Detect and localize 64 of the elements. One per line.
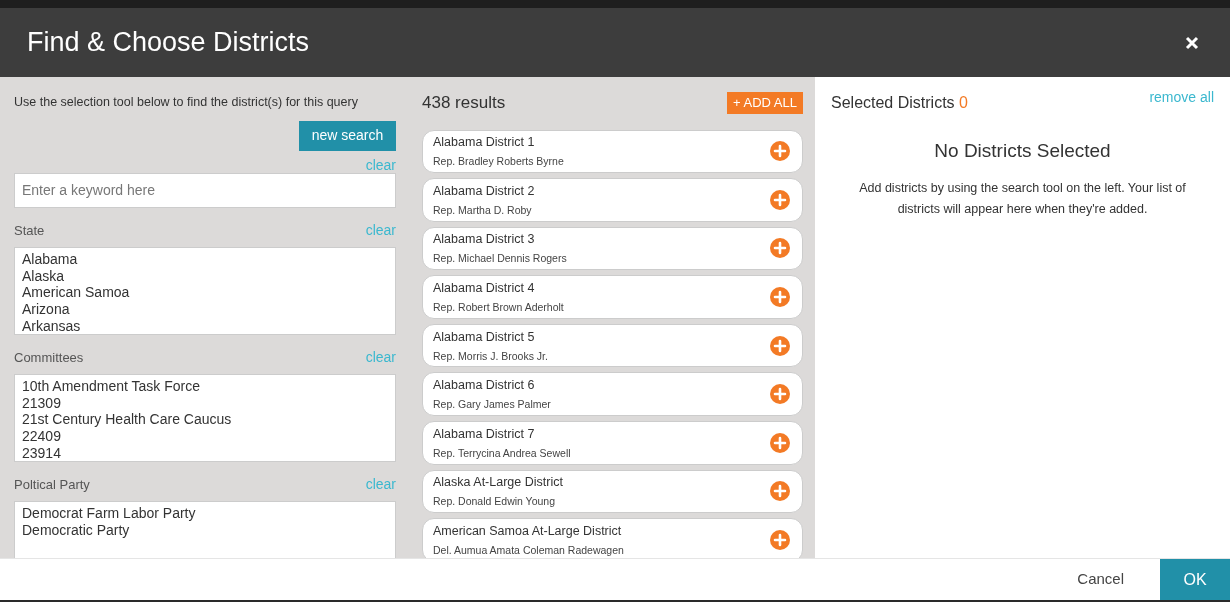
- representative-name: Rep. Donald Edwin Young: [433, 494, 556, 509]
- empty-title: No Districts Selected: [933, 139, 1112, 163]
- representative-name: Rep. Morris J. Brooks Jr.: [433, 348, 548, 363]
- add-icon[interactable]: [770, 530, 790, 551]
- district-name: Alaska At-Large District: [433, 474, 563, 491]
- add-icon[interactable]: [770, 189, 790, 210]
- district-card[interactable]: Alabama District 6 Rep. Gary James Palmer: [422, 372, 803, 417]
- results-count: 438 results: [422, 92, 506, 114]
- filter-label: Committees: [14, 349, 84, 368]
- representative-name: Rep. Michael Dennis Rogers: [433, 251, 567, 266]
- representative-name: Rep. Bradley Roberts Byrne: [433, 154, 564, 169]
- representative-name: Del. Aumua Amata Coleman Radewagen: [433, 543, 624, 558]
- district-card[interactable]: Alabama District 4 Rep. Robert Brown Aderholt: [422, 275, 803, 319]
- new-search-button[interactable]: new search: [299, 120, 396, 151]
- district-name: Alabama District 3: [433, 231, 536, 248]
- district-card[interactable]: Alabama District 1 Rep. Bradley Roberts Byrne: [422, 129, 803, 174]
- add-icon[interactable]: [770, 384, 790, 405]
- district-card[interactable]: Alabama District 3 Rep. Michael Dennis Rogers: [422, 226, 803, 271]
- district-card[interactable]: Alabama District 5 Rep. Morris J. Brooks Jr.: [422, 323, 803, 368]
- district-card[interactable]: Alabama District 7 Rep. Terrycina Andrea Sewell: [422, 421, 803, 465]
- district-name: Alabama District 5: [433, 328, 536, 345]
- dialog-title: Find & Choose Districts: [27, 26, 310, 60]
- listbox-option[interactable]: Democratic Party: [22, 521, 388, 539]
- representative-name: Rep. Robert Brown Aderholt: [433, 300, 564, 315]
- representative-name: Rep. Terrycina Andrea Sewell: [433, 445, 571, 460]
- filter-listbox[interactable]: Democrat Farm Labor Party Democratic Party: [14, 500, 396, 558]
- listbox-option[interactable]: 23914: [22, 444, 388, 461]
- district-name: Alabama District 2: [433, 182, 535, 199]
- listbox-option[interactable]: Alabama: [22, 250, 388, 268]
- district-name: Alabama District 7: [433, 425, 536, 442]
- add-icon[interactable]: [770, 432, 790, 453]
- selected-title: Selected Districts 0: [831, 93, 968, 113]
- add-icon[interactable]: [770, 238, 790, 259]
- filter-listbox[interactable]: 10th Amendment Task Force 21309 21st Century Health Care Caucus 22409 23914: [14, 373, 396, 462]
- keyword-input[interactable]: Enter a keyword here: [14, 172, 396, 208]
- ok-button[interactable]: OK: [1160, 559, 1230, 600]
- instructions-text: Use the selection tool below to find the district(s) for this query: [14, 94, 359, 111]
- listbox-option[interactable]: 10th Amendment Task Force: [22, 377, 388, 395]
- cancel-button[interactable]: Cancel: [1041, 559, 1160, 600]
- filter-label: Poltical Party: [14, 476, 90, 495]
- listbox-option[interactable]: 22409: [22, 428, 388, 445]
- listbox-option[interactable]: 21st Century Health Care Caucus: [22, 411, 388, 429]
- representative-name: Rep. Gary James Palmer: [433, 397, 551, 412]
- district-card[interactable]: American Samoa At-Large District Del. Aumua Amata Coleman Radewagen: [422, 518, 803, 558]
- representative-name: Rep. Martha D. Roby: [433, 202, 533, 217]
- filter-listbox[interactable]: Alabama Alaska American Samoa Arizona Arkansas: [14, 246, 396, 335]
- listbox-option[interactable]: Democrat Farm Labor Party: [22, 504, 388, 522]
- district-name: Alabama District 4: [433, 280, 536, 297]
- add-icon[interactable]: [770, 335, 790, 356]
- add-icon[interactable]: [770, 481, 790, 502]
- district-name: Alabama District 6: [433, 377, 536, 394]
- listbox-option[interactable]: Arkansas: [22, 317, 388, 334]
- district-card[interactable]: Alabama District 2 Rep. Martha D. Roby: [422, 178, 803, 222]
- district-card[interactable]: Alaska At-Large District Rep. Donald Edwin Young: [422, 469, 803, 514]
- listbox-option[interactable]: 21309: [22, 394, 388, 412]
- add-icon[interactable]: [770, 287, 790, 308]
- district-name: Alabama District 1: [433, 134, 536, 151]
- empty-message: Add districts by using the search tool on the left. Your list of districts will appear here when they're added.: [858, 179, 1187, 218]
- listbox-option[interactable]: American Samoa: [22, 284, 388, 302]
- listbox-option[interactable]: Alaska: [22, 267, 388, 285]
- listbox-option[interactable]: Arizona: [22, 301, 388, 318]
- district-name: American Samoa At-Large District: [433, 523, 623, 540]
- filter-label: State: [14, 222, 45, 241]
- add-icon[interactable]: [770, 141, 790, 162]
